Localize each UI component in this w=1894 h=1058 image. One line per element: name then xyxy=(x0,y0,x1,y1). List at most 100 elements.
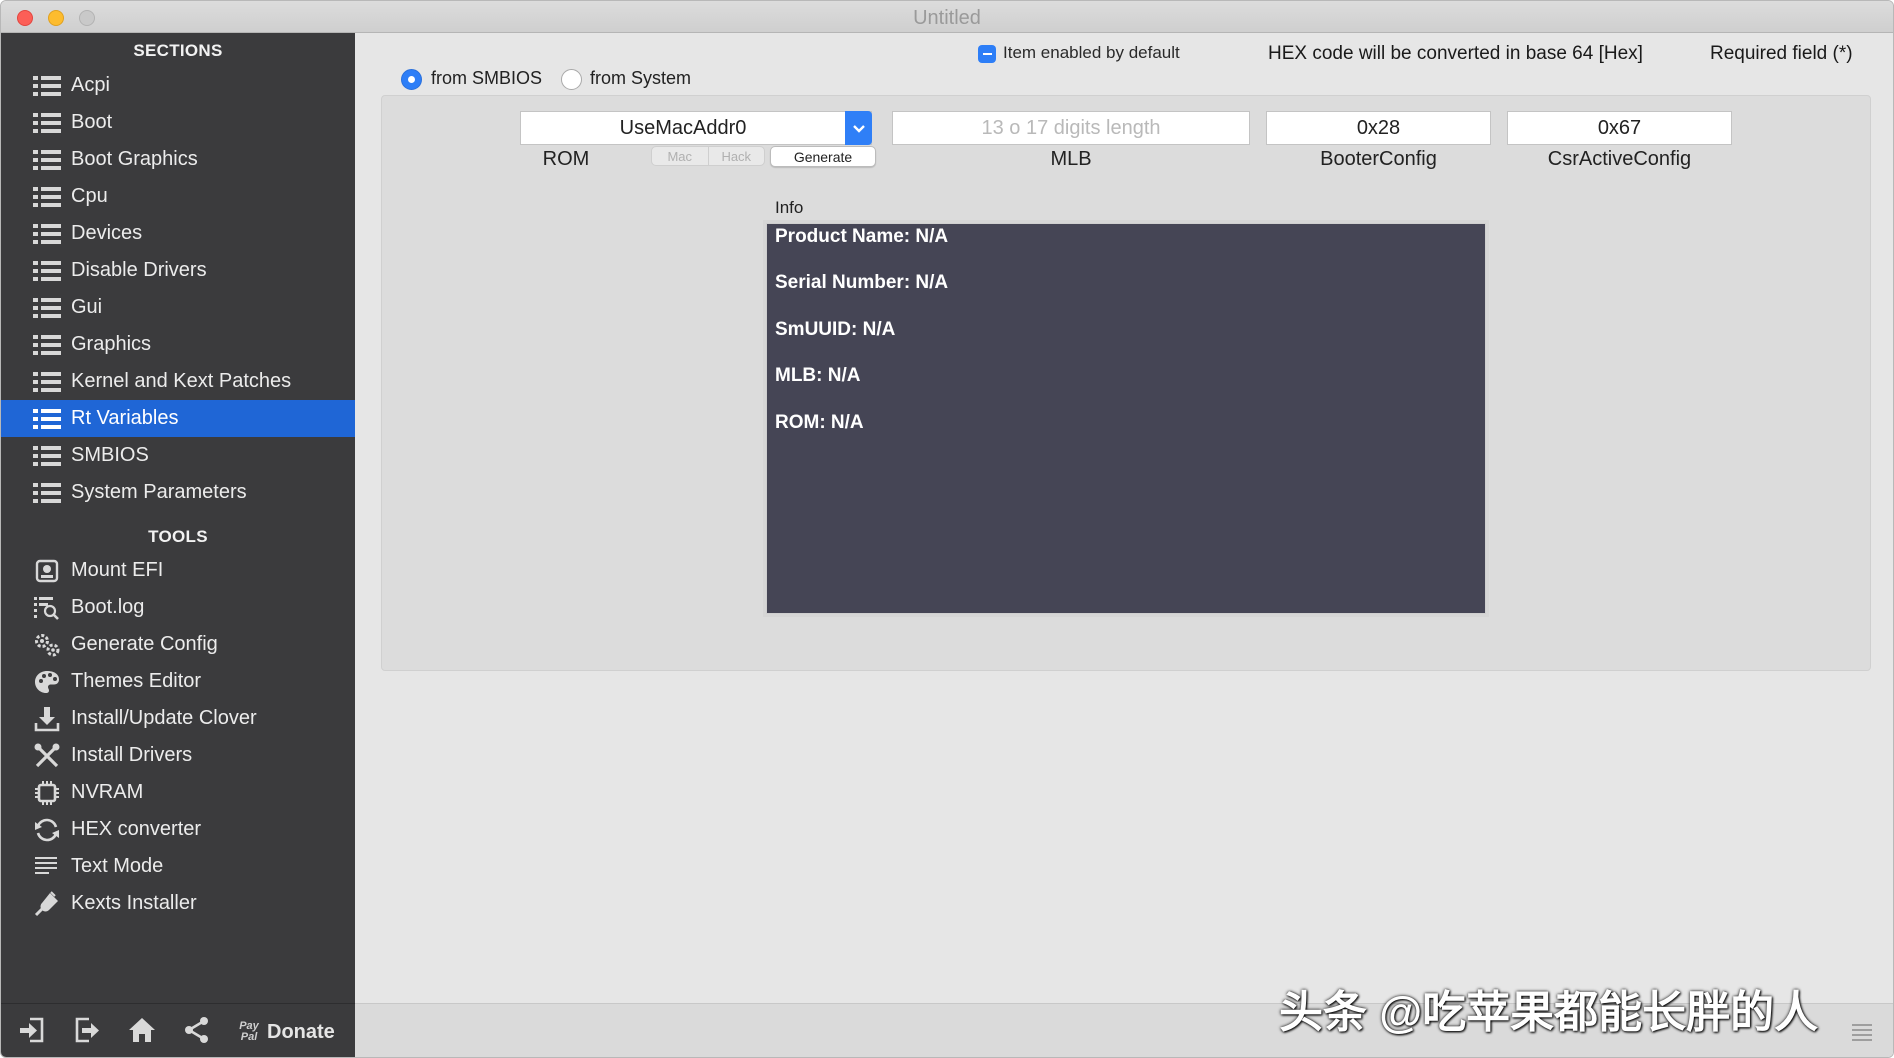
item-enabled-checkbox[interactable] xyxy=(978,45,996,63)
from-system-label: from System xyxy=(590,68,692,88)
sidebar-item-install-update-clover[interactable]: Install/Update Clover xyxy=(1,700,355,737)
sidebar-item-themes-editor[interactable]: Themes Editor xyxy=(1,663,355,700)
sidebar-item-label: Boot Graphics xyxy=(71,148,198,170)
sidebar-item-disable-drivers[interactable]: Disable Drivers xyxy=(1,252,355,289)
sidebar-item-label: Disable Drivers xyxy=(71,259,207,281)
sidebar-item-system-parameters[interactable]: System Parameters xyxy=(1,474,355,511)
main-content: Item enabled by default HEX code will be… xyxy=(355,33,1893,1057)
share-button[interactable] xyxy=(183,1016,211,1048)
sidebar-item-label: Devices xyxy=(71,222,143,244)
sidebar-item-label: Acpi xyxy=(71,74,110,96)
import-button[interactable] xyxy=(18,1016,46,1048)
info-rom: ROM: N/A xyxy=(775,412,864,433)
rom-value: UseMacAddr0 xyxy=(619,116,747,139)
tools-header: TOOLS xyxy=(148,527,208,546)
sidebar-item-devices[interactable]: Devices xyxy=(1,215,355,252)
list-icon xyxy=(32,369,62,395)
mlb-label: MLB xyxy=(1050,148,1092,170)
from-system-radio[interactable] xyxy=(561,69,582,90)
sidebar-item-gui[interactable]: Gui xyxy=(1,289,355,326)
donate-button[interactable]: Pay Pal Donate xyxy=(237,1016,335,1048)
sections-header: SECTIONS xyxy=(133,41,223,60)
sidebar-item-install-drivers[interactable]: Install Drivers xyxy=(1,737,355,774)
sidebar-item-boot-graphics[interactable]: Boot Graphics xyxy=(1,141,355,178)
list-icon xyxy=(32,406,62,432)
home-icon xyxy=(128,1016,156,1049)
sidebar-item-boot[interactable]: Boot xyxy=(1,104,355,141)
from-smbios-label: from SMBIOS xyxy=(431,68,543,88)
sidebar-item-kexts-installer[interactable]: Kexts Installer xyxy=(1,885,355,922)
sidebar-item-hex-converter[interactable]: HEX converter xyxy=(1,811,355,848)
paypal-icon: Pay Pal xyxy=(239,1020,259,1043)
sidebar-item-label: Rt Variables xyxy=(71,407,179,429)
mac-segment[interactable]: Mac xyxy=(652,147,708,165)
list-icon xyxy=(32,332,62,358)
booter-config-label: BooterConfig xyxy=(1320,148,1437,170)
list-icon xyxy=(32,480,62,506)
rom-combobox[interactable]: UseMacAddr0 xyxy=(520,111,872,145)
sidebar-bottom-bar: Pay Pal Donate xyxy=(1,1003,355,1057)
sidebar-item-acpi[interactable]: Acpi xyxy=(1,67,355,104)
app-window: Untitled SECTIONS Acpi Boot Boot Graphic… xyxy=(0,0,1894,1058)
sidebar-item-label: Boot.log xyxy=(71,596,145,618)
rom-label: ROM xyxy=(542,148,590,170)
sidebar-item-label: NVRAM xyxy=(71,781,144,803)
generate-button[interactable]: Generate xyxy=(770,146,876,167)
tools-icon xyxy=(32,743,62,769)
list-icon xyxy=(32,110,62,136)
home-button[interactable] xyxy=(128,1016,156,1048)
gears-icon xyxy=(32,632,62,658)
sidebar-item-nvram[interactable]: NVRAM xyxy=(1,774,355,811)
mac-hack-segmented-control[interactable]: Mac Hack xyxy=(651,146,765,166)
sidebar-item-boot-log[interactable]: Boot.log xyxy=(1,589,355,626)
resize-grip-icon[interactable] xyxy=(1851,1021,1873,1041)
list-icon xyxy=(32,295,62,321)
sidebar-item-rt-variables[interactable]: Rt Variables xyxy=(1,400,355,437)
booter-config-field[interactable]: 0x28 xyxy=(1266,111,1491,145)
export-button[interactable] xyxy=(73,1016,101,1048)
sidebar-item-generate-config[interactable]: Generate Config xyxy=(1,626,355,663)
export-icon xyxy=(73,1016,101,1049)
sidebar-item-graphics[interactable]: Graphics xyxy=(1,326,355,363)
hex-conversion-note: HEX code will be converted in base 64 [H… xyxy=(1268,43,1643,64)
list-icon xyxy=(32,258,62,284)
import-icon xyxy=(18,1016,46,1049)
watermark-text: 头条 @吃苹果都能长胖的人 xyxy=(1279,988,1819,1037)
sidebar-item-label: Themes Editor xyxy=(71,670,202,692)
info-text-area[interactable]: Product Name: N/A Serial Number: N/A SmU… xyxy=(766,223,1486,614)
sidebar-item-label: SMBIOS xyxy=(71,444,149,466)
sidebar: SECTIONS Acpi Boot Boot Graphics Cpu Dev… xyxy=(1,33,355,1057)
sidebar-item-smbios[interactable]: SMBIOS xyxy=(1,437,355,474)
mlb-field[interactable]: 13 o 17 digits length xyxy=(892,111,1250,145)
sidebar-item-mount-efi[interactable]: Mount EFI xyxy=(1,552,355,589)
sidebar-item-label: HEX converter xyxy=(71,818,202,840)
sidebar-item-label: Text Mode xyxy=(71,855,164,877)
hack-segment[interactable]: Hack xyxy=(707,147,765,165)
csr-active-config-label: CsrActiveConfig xyxy=(1547,148,1692,170)
chevron-down-icon xyxy=(852,117,866,140)
list-icon xyxy=(32,443,62,469)
required-field-note: Required field (*) xyxy=(1710,43,1853,64)
chip-icon xyxy=(32,780,62,806)
plug-icon xyxy=(32,890,62,917)
list-icon xyxy=(32,147,62,173)
sidebar-item-cpu[interactable]: Cpu xyxy=(1,178,355,215)
donate-label: Donate xyxy=(267,1020,335,1043)
info-serial-number: Serial Number: N/A xyxy=(775,272,949,293)
info-title: Info xyxy=(775,198,804,217)
sidebar-item-label: System Parameters xyxy=(71,481,247,503)
window-title: Untitled xyxy=(913,7,981,29)
list-icon xyxy=(32,73,62,99)
text-lines-icon xyxy=(32,854,62,880)
sidebar-item-kernel-kext-patches[interactable]: Kernel and Kext Patches xyxy=(1,363,355,400)
sidebar-item-label: Mount EFI xyxy=(71,559,164,581)
from-smbios-radio[interactable] xyxy=(401,69,422,90)
sidebar-item-text-mode[interactable]: Text Mode xyxy=(1,848,355,885)
info-mlb: MLB: N/A xyxy=(775,365,861,386)
sidebar-item-label: Install Drivers xyxy=(71,744,193,766)
item-enabled-label: Item enabled by default xyxy=(1003,43,1180,62)
sidebar-item-label: Gui xyxy=(71,296,103,318)
rom-dropdown-button[interactable] xyxy=(845,111,872,145)
csr-active-config-field[interactable]: 0x67 xyxy=(1507,111,1732,145)
list-icon xyxy=(32,221,62,247)
